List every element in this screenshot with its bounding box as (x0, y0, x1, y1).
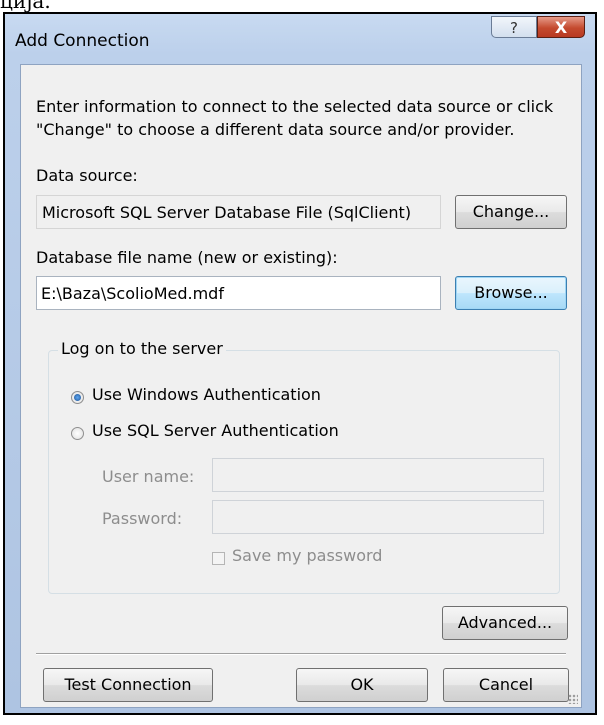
sql-auth-radio[interactable] (71, 427, 84, 440)
save-password-label[interactable]: Save my password (232, 546, 382, 565)
log-on-groupbox: Log on to the server Use Windows Authent… (48, 339, 560, 594)
password-input[interactable] (212, 500, 544, 534)
close-icon: X (554, 18, 568, 37)
windows-auth-label[interactable]: Use Windows Authentication (92, 385, 321, 404)
data-source-label: Data source: (36, 166, 138, 185)
windows-auth-radio[interactable] (71, 391, 84, 404)
change-button[interactable]: Change... (455, 195, 567, 229)
log-on-legend: Log on to the server (58, 339, 226, 358)
button-separator (36, 653, 566, 655)
sql-auth-label[interactable]: Use SQL Server Authentication (92, 421, 339, 440)
password-label: Password: (102, 509, 183, 528)
ok-button[interactable]: OK (296, 668, 428, 702)
intro-line-1: Enter information to connect to the sele… (36, 97, 554, 116)
help-icon: ? (510, 19, 518, 37)
dialog-body: Enter information to connect to the sele… (20, 64, 582, 708)
add-connection-dialog: Add Connection ? X Enter information to … (3, 12, 597, 715)
user-name-input[interactable] (212, 458, 544, 492)
close-button[interactable]: X (537, 16, 585, 38)
intro-text: Enter information to connect to the sele… (36, 95, 553, 141)
data-source-field: Microsoft SQL Server Database File (SqlC… (36, 195, 441, 229)
title-bar[interactable]: Add Connection ? X (5, 14, 595, 64)
user-name-label: User name: (102, 467, 195, 486)
cancel-button[interactable]: Cancel (443, 668, 569, 702)
help-button[interactable]: ? (491, 16, 537, 38)
advanced-button[interactable]: Advanced... (442, 606, 568, 640)
resize-grip-icon[interactable] (568, 694, 578, 704)
test-connection-button[interactable]: Test Connection (43, 668, 213, 702)
dialog-title: Add Connection (15, 31, 150, 51)
save-password-checkbox[interactable] (212, 552, 225, 565)
database-file-label: Database file name (new or existing): (36, 248, 338, 267)
browse-button[interactable]: Browse... (455, 276, 567, 310)
intro-line-2: "Change" to choose a different data sour… (36, 120, 515, 139)
database-file-input[interactable]: E:\Baza\ScolioMed.mdf (36, 276, 441, 310)
